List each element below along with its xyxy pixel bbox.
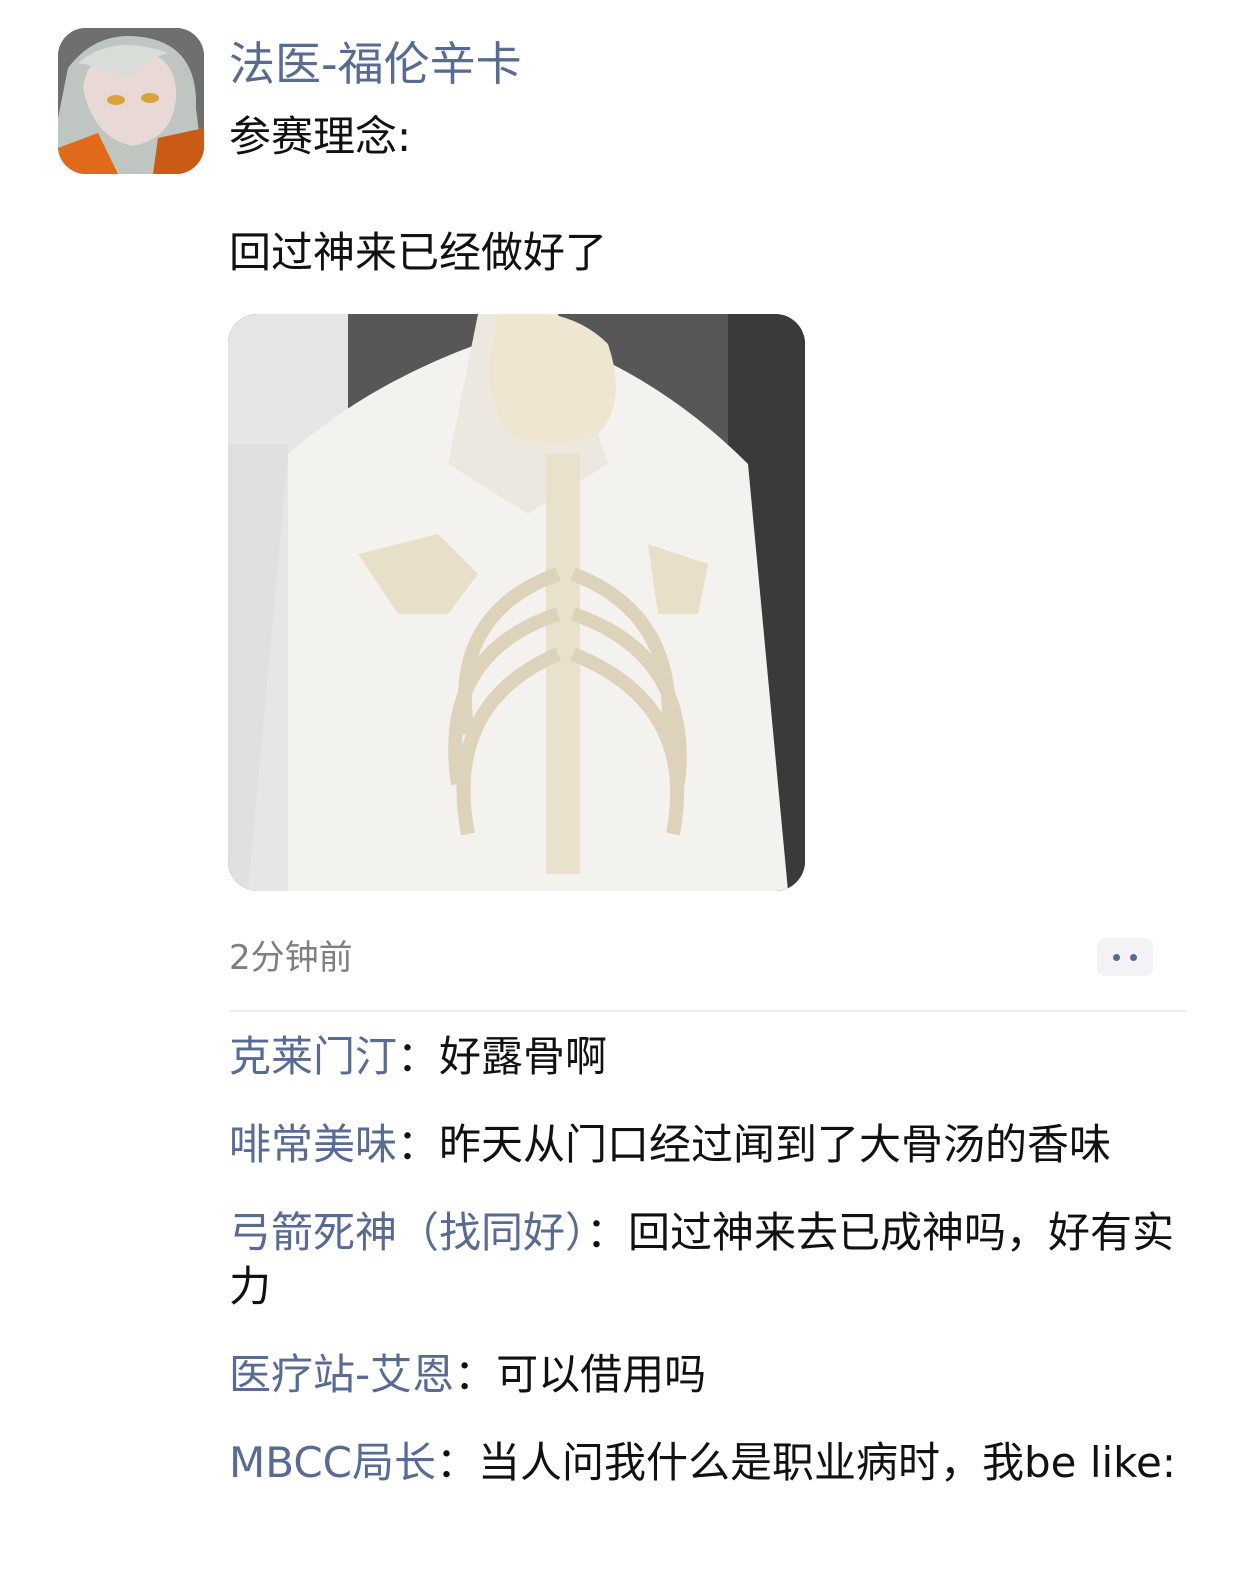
comment-item[interactable]: 弓箭死神（找同好）：回过神来去已成神吗，好有实力 [229,1206,1189,1314]
comment-item[interactable]: 克莱门汀：好露骨啊 [229,1030,1189,1084]
more-options-button[interactable] [1097,938,1153,976]
comment-item[interactable]: 啡常美味：昨天从门口经过闻到了大骨汤的香味 [229,1118,1189,1172]
comment-author[interactable]: MBCC局长 [229,1438,436,1487]
comments-divider [229,1010,1187,1012]
author-avatar[interactable] [58,28,204,174]
comment-separator: ： [586,1208,629,1257]
post-timestamp: 2分钟前 [229,938,353,978]
comment-author[interactable]: 啡常美味 [229,1120,397,1169]
comment-item[interactable]: MBCC局长：当人问我什么是职业病时，我be like: [229,1436,1189,1490]
comment-separator: ： [397,1120,440,1169]
post-photo[interactable] [228,314,805,891]
comment-separator: ： [454,1350,497,1399]
comment-item[interactable]: 医疗站-艾恩：可以借用吗 [229,1348,1189,1402]
comment-author[interactable]: 弓箭死神（找同好） [229,1208,586,1257]
more-dots-icon [1113,954,1120,961]
comment-text: 可以借用吗 [496,1350,707,1399]
post-text-line: 回过神来已经做好了 [229,228,608,277]
post-text-line [229,166,1189,224]
comment-text: 好露骨啊 [439,1032,608,1081]
comment-author[interactable]: 医疗站-艾恩 [229,1350,454,1399]
comment-author[interactable]: 克莱门汀 [229,1032,397,1081]
comment-separator: ： [435,1438,478,1487]
skeleton-shirt-photo [228,314,805,891]
more-dots-icon [1130,954,1137,961]
avatar-illustration [58,28,204,174]
comment-text: 当人问我什么是职业病时，我be like: [477,1438,1176,1487]
post-text-line: 参赛理念: [229,112,412,161]
comment-text: 昨天从门口经过闻到了大骨汤的香味 [439,1120,1112,1169]
comment-separator: ： [397,1032,440,1081]
post-author-name[interactable]: 法医-福伦辛卡 [229,34,522,94]
comments-list: 克莱门汀：好露骨啊 啡常美味：昨天从门口经过闻到了大骨汤的香味 弓箭死神（找同好… [229,1030,1189,1524]
post-text: 参赛理念: 回过神来已经做好了 [229,108,1189,282]
